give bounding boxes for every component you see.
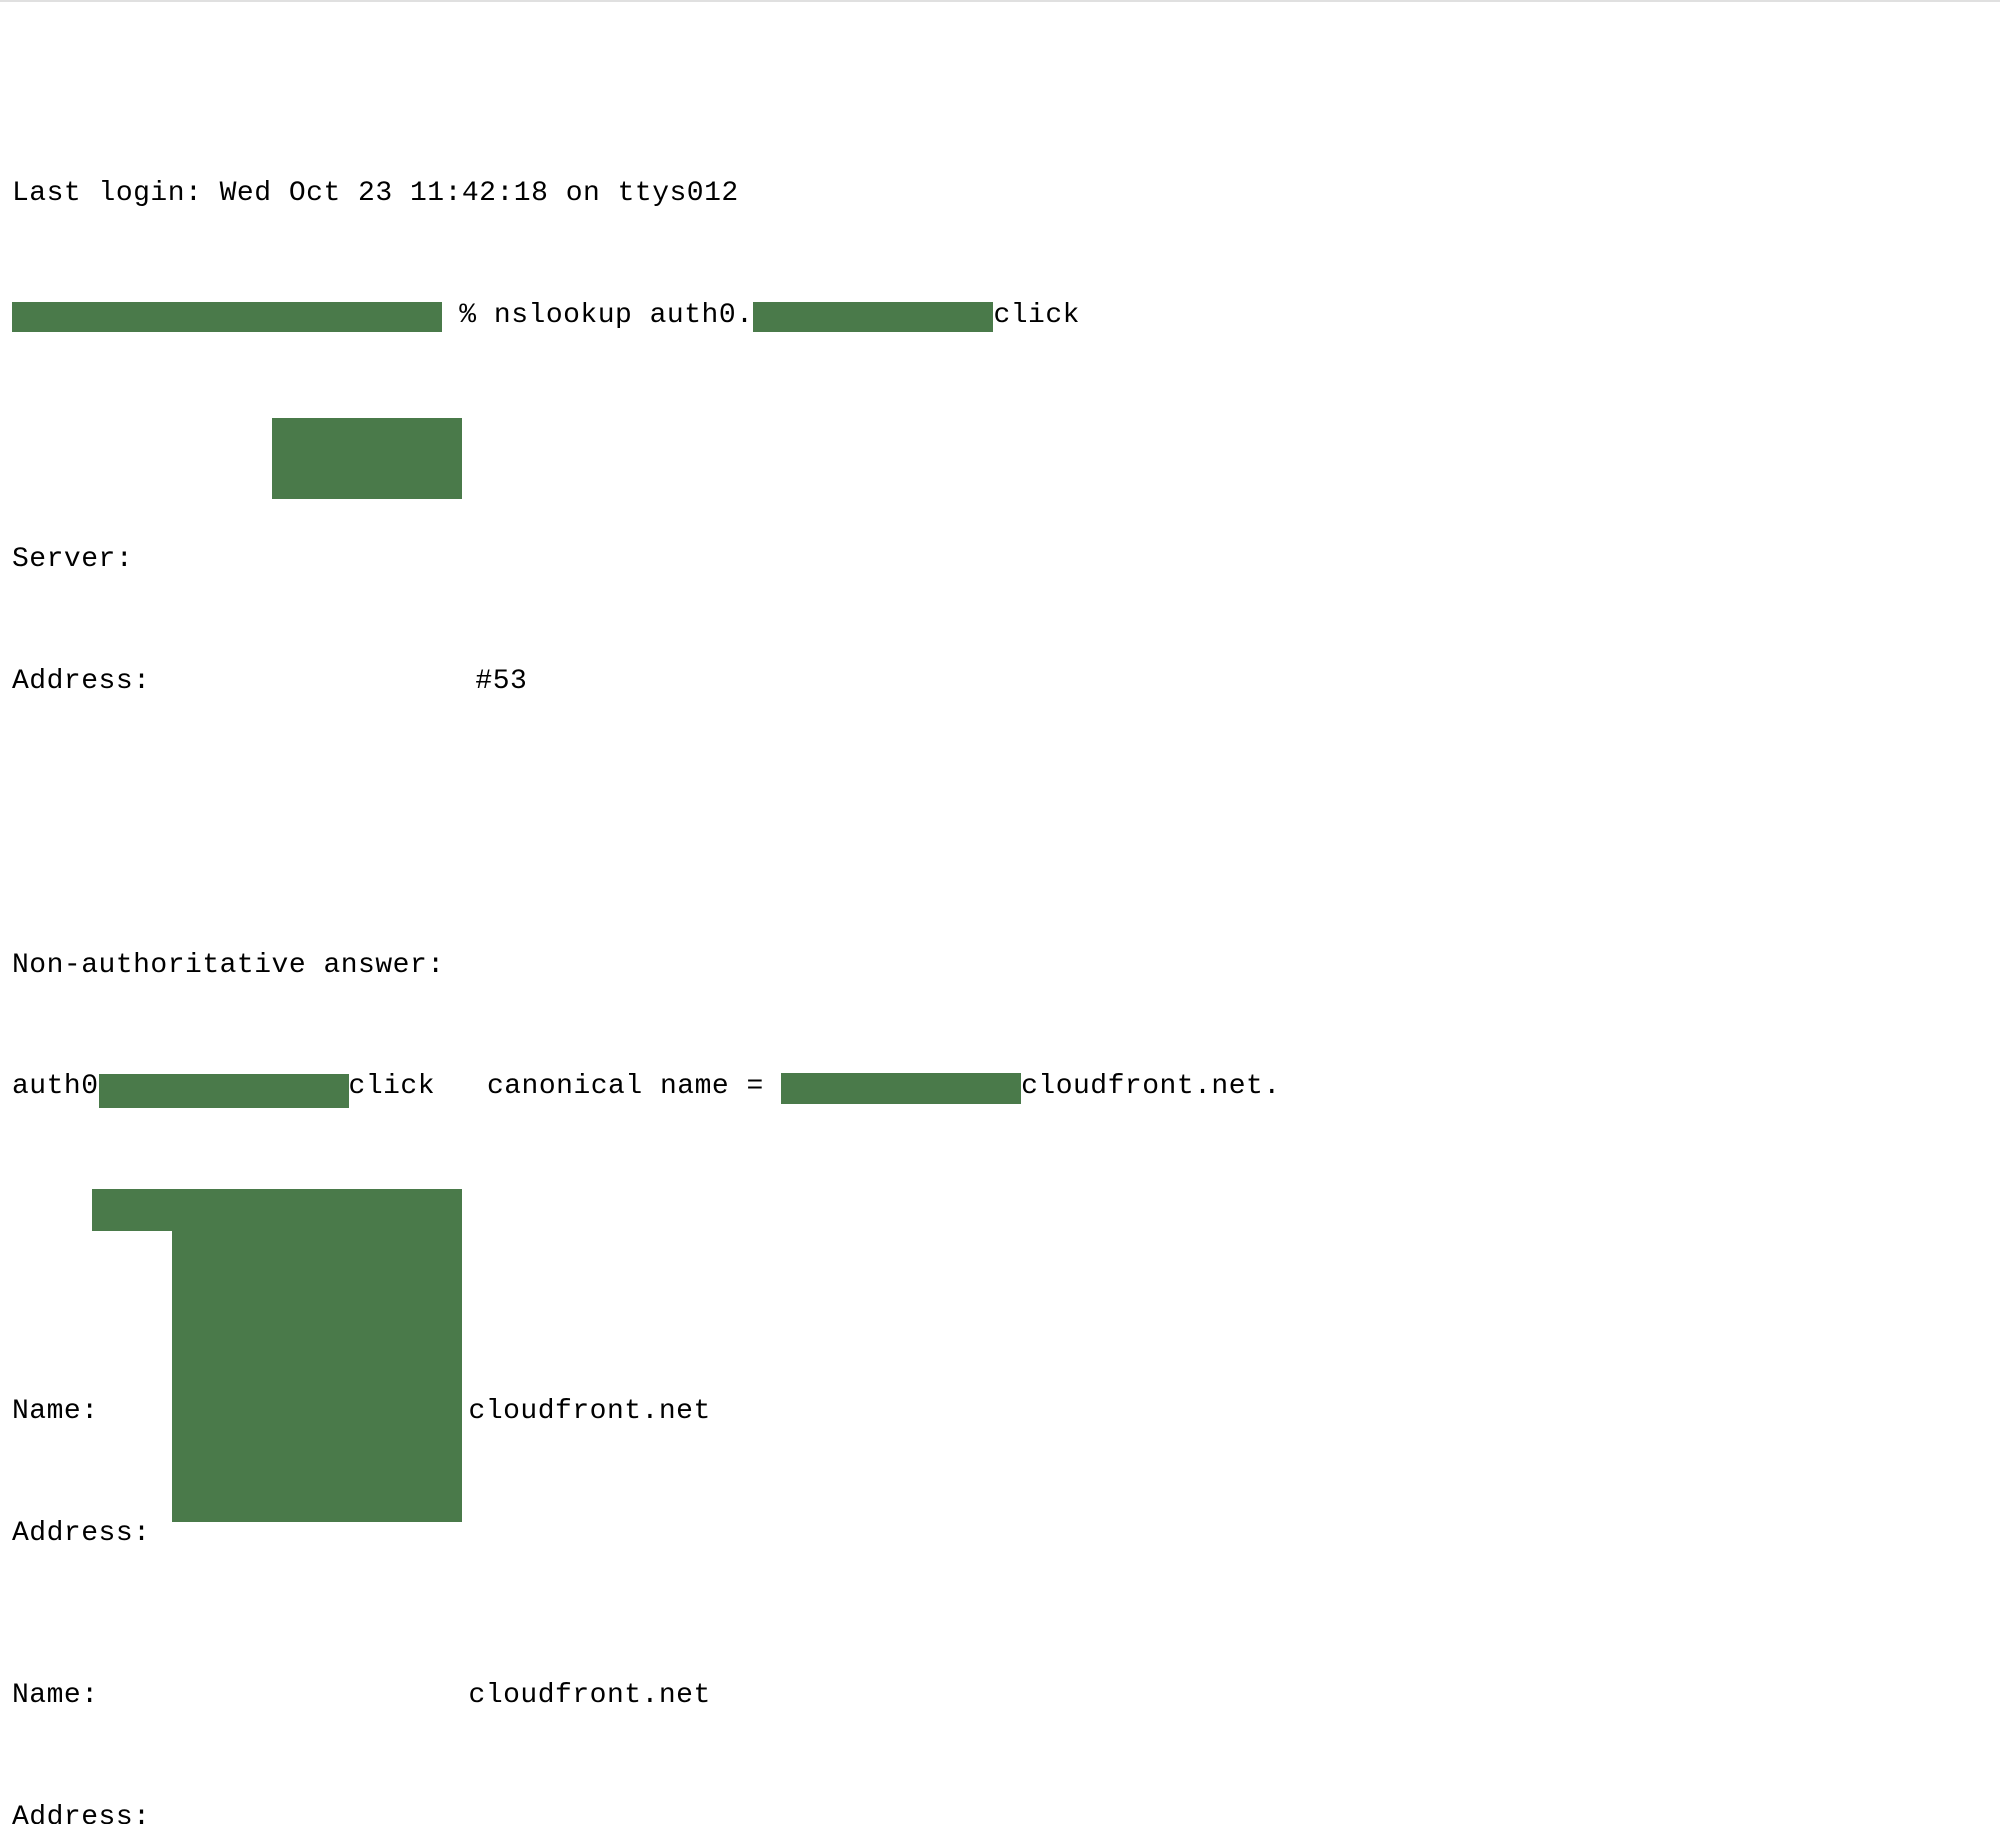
cname-mid2: canonical name = (435, 1071, 781, 1102)
terminal-line-name-1: Name: cloudfront.net (12, 1392, 1988, 1433)
server-block: Server: Address: #53 (12, 418, 1988, 743)
cname-mid1: click (349, 1071, 436, 1102)
redaction-server-block (272, 418, 462, 499)
answers-block: Name: cloudfront.net Address: Name: cloudf… (12, 1189, 1988, 1824)
redaction-cname-target (781, 1073, 1021, 1104)
cname-post: cloudfront.net. (1021, 1071, 1281, 1102)
server-label: Server: (12, 544, 133, 575)
terminal-line-last-login: Last login: Wed Oct 23 11:42:18 on ttys0… (12, 174, 1988, 215)
cf-suffix-1: cloudfront.net (469, 1396, 711, 1427)
port-suffix: #53 (475, 666, 527, 697)
redaction-domain (753, 302, 993, 333)
name-label-1: Name: (12, 1396, 99, 1427)
command-text-end: click (993, 300, 1080, 331)
addr-label-2: Address: (12, 1802, 150, 1824)
cname-pre: auth0 (12, 1071, 99, 1102)
address-label-1: Address: (12, 666, 150, 697)
cf-suffix-2: cloudfront.net (469, 1680, 711, 1711)
last-login-text: Last login: Wed Oct 23 11:42:18 on ttys0… (12, 178, 739, 209)
redaction-answers-column (172, 1189, 462, 1522)
terminal-line-address: Address: #53 (12, 662, 1988, 703)
terminal-line-addr-1: Address: (12, 1514, 1988, 1555)
terminal-line-cname: auth0 click canonical name = cloudfront.n… (12, 1067, 1988, 1108)
command-text-pre: % nslookup auth0. (442, 300, 753, 331)
terminal-line-command[interactable]: % nslookup auth0. click (12, 296, 1988, 337)
terminal-line-nonauth: Non-authoritative answer: (12, 946, 1988, 987)
nonauth-label: Non-authoritative answer: (12, 950, 445, 981)
terminal-line-addr-2: Address: (12, 1798, 1988, 1824)
redaction-hostname (12, 302, 442, 333)
terminal-line-name-2: Name: cloudfront.net (12, 1676, 1988, 1717)
terminal-line-server: Server: (12, 540, 1988, 581)
redaction-answers-column-top (92, 1189, 172, 1231)
redaction-cname-domain (99, 1074, 349, 1108)
name-label-2: Name: (12, 1680, 99, 1711)
addr-label-1: Address: (12, 1518, 150, 1549)
terminal-blank-1 (12, 824, 1988, 865)
